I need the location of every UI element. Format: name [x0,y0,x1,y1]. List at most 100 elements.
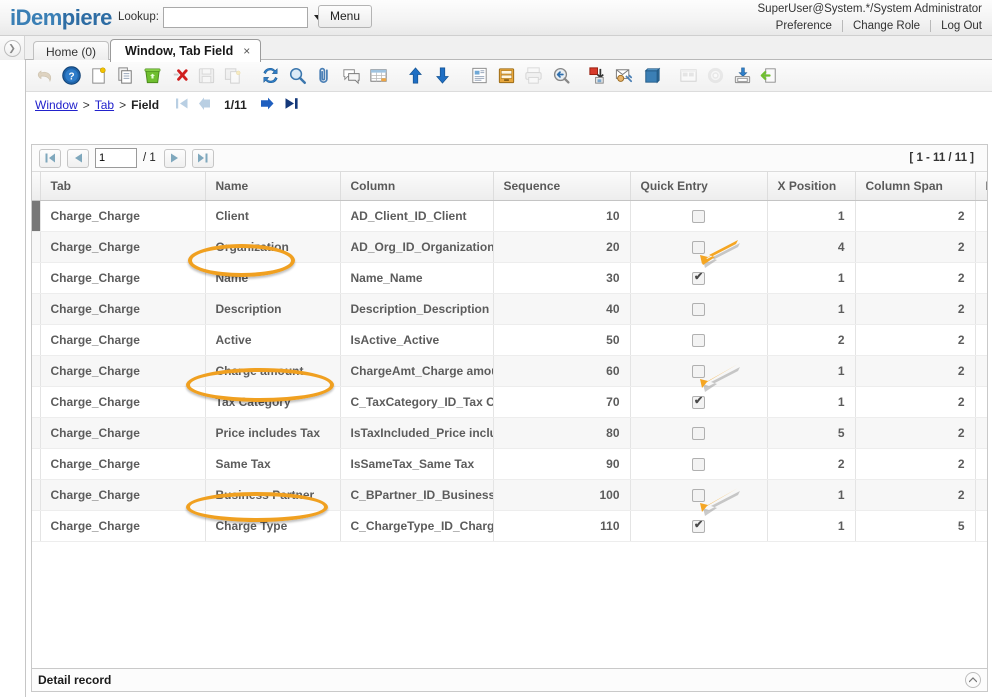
logout-link[interactable]: Log Out [931,20,982,32]
cell-column: IsActive_Active [340,324,493,355]
quick-entry-checkbox[interactable] [692,365,705,378]
breadcrumb-window-link[interactable]: Window [35,98,78,112]
column-header-tab[interactable]: Tab [40,172,205,200]
column-header-quick-entry[interactable]: Quick Entry [630,172,767,200]
delete-selection-icon[interactable] [166,62,193,89]
table-row[interactable]: Charge_ChargeNameName_Name3012 [32,262,987,293]
table-row[interactable]: Charge_ChargeDescriptionDescription_Desc… [32,293,987,324]
export-icon[interactable] [729,62,756,89]
next-record-icon[interactable] [259,97,275,113]
cell-quick-entry[interactable] [630,510,767,541]
settings-gear-icon[interactable] [702,62,729,89]
product-info-icon[interactable] [638,62,665,89]
table-row[interactable]: Charge_ChargeCharge TypeC_ChargeType_ID_… [32,510,987,541]
quick-entry-checkbox[interactable] [692,241,705,254]
cell-column: IsSameTax_Same Tax [340,448,493,479]
column-header-column[interactable]: Column [340,172,493,200]
lookup-combo[interactable] [163,7,308,28]
row-marker [32,293,40,324]
quick-entry-checkbox[interactable] [692,427,705,440]
pager-last-button[interactable] [192,149,214,168]
quick-entry-checkbox[interactable] [692,272,705,285]
save-icon[interactable] [193,62,220,89]
undo-icon[interactable] [31,62,58,89]
cell-sequence: 110 [493,510,630,541]
cell-quick-entry[interactable] [630,231,767,262]
lookup-input[interactable] [164,8,314,27]
pager-prev-button[interactable] [67,149,89,168]
quick-entry-checkbox[interactable] [692,489,705,502]
pager-page-input[interactable] [95,148,137,168]
table-row[interactable]: Charge_ChargeClientAD_Client_ID_Client10… [32,200,987,231]
table-row[interactable]: Charge_ChargeSame TaxIsSameTax_Same Tax9… [32,448,987,479]
quick-entry-checkbox[interactable] [692,210,705,223]
cell-quick-entry[interactable] [630,386,767,417]
cell-tab: Charge_Charge [40,293,205,324]
copy-record-icon[interactable] [112,62,139,89]
table-row[interactable]: Charge_ChargeBusiness PartnerC_BPartner_… [32,479,987,510]
cell-quick-entry[interactable] [630,200,767,231]
refresh-icon[interactable] [257,62,284,89]
find-icon[interactable] [284,62,311,89]
cell-number [975,231,987,262]
parent-record-icon[interactable] [402,62,429,89]
quick-entry-checkbox[interactable] [692,520,705,533]
print-icon[interactable] [520,62,547,89]
cell-number [975,200,987,231]
close-icon[interactable]: × [243,44,250,58]
cell-quick-entry[interactable] [630,417,767,448]
grid-toggle-icon[interactable] [365,62,392,89]
cell-name: Description [205,293,340,324]
menu-button[interactable]: Menu [318,5,372,28]
column-header-x-position[interactable]: X Position [767,172,855,200]
cell-quick-entry[interactable] [630,355,767,386]
new-record-icon[interactable] [85,62,112,89]
column-header-column-span[interactable]: Column Span [855,172,975,200]
cell-quick-entry[interactable] [630,479,767,510]
pager-next-button[interactable] [164,149,186,168]
column-header-sequence[interactable]: Sequence [493,172,630,200]
breadcrumb-tab-link[interactable]: Tab [95,98,114,112]
last-record-icon[interactable] [284,97,299,113]
delete-record-icon[interactable] [139,62,166,89]
help-icon[interactable]: ? [58,62,85,89]
cell-quick-entry[interactable] [630,262,767,293]
sidebar-expand-button[interactable]: ❯ [0,36,25,60]
column-header-name[interactable]: Name [205,172,340,200]
save-create-new-icon[interactable] [220,62,247,89]
column-header-number[interactable]: Number [975,172,987,200]
table-row[interactable]: Charge_ChargePrice includes TaxIsTaxIncl… [32,417,987,448]
tab-home[interactable]: Home (0) [33,41,109,62]
tab-window-tab-field[interactable]: Window, Tab Field × [110,39,261,62]
change-role-link[interactable]: Change Role [843,20,931,32]
report-icon[interactable] [466,62,493,89]
archive-icon[interactable] [493,62,520,89]
attachment-icon[interactable] [311,62,338,89]
previous-record-icon[interactable] [198,97,212,113]
detail-record-bar[interactable]: Detail record [31,668,988,692]
detail-record-icon[interactable] [429,62,456,89]
preference-link[interactable]: Preference [766,20,843,32]
chevron-up-icon[interactable] [965,672,981,688]
quick-entry-checkbox[interactable] [692,303,705,316]
table-row[interactable]: Charge_ChargeOrganizationAD_Org_ID_Organ… [32,231,987,262]
end-process-icon[interactable] [584,62,611,89]
table-row[interactable]: Charge_ChargeActiveIsActive_Active5022 [32,324,987,355]
table-row[interactable]: Charge_ChargeCharge amountChargeAmt_Char… [32,355,987,386]
print-preview-icon[interactable] [547,62,574,89]
cell-quick-entry[interactable] [630,448,767,479]
quick-entry-checkbox[interactable] [692,396,705,409]
request-icon[interactable] [611,62,638,89]
cell-x-position: 5 [767,417,855,448]
cell-quick-entry[interactable] [630,293,767,324]
first-record-icon[interactable] [175,97,189,113]
cell-quick-entry[interactable] [630,324,767,355]
quick-entry-checkbox[interactable] [692,334,705,347]
exit-icon[interactable] [756,62,783,89]
quick-entry-checkbox[interactable] [692,458,705,471]
window-layout-icon[interactable] [675,62,702,89]
chat-icon[interactable] [338,62,365,89]
table-row[interactable]: Charge_ChargeTax CategoryC_TaxCategory_I… [32,386,987,417]
breadcrumb: Window > Tab > Field 1/11 [26,92,992,118]
pager-first-button[interactable] [39,149,61,168]
